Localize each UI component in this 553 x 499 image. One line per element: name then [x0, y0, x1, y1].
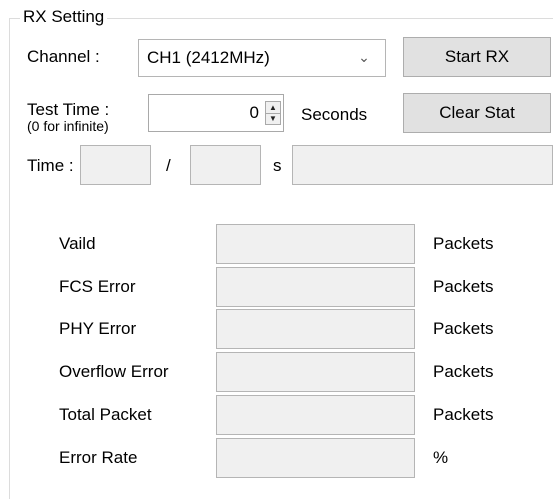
chevron-down-icon[interactable]: ⌄ — [357, 46, 371, 68]
stat-unit-error-rate: % — [433, 448, 449, 467]
stat-label-phy-error: PHY Error — [59, 319, 137, 338]
stat-label-overflow-error: Overflow Error — [59, 362, 169, 381]
stat-field-total-packet — [216, 395, 415, 435]
total-time-field — [190, 145, 261, 185]
stat-unit-fcs-error: Packets — [433, 277, 494, 296]
stat-field-overflow-error — [216, 352, 415, 392]
test-time-unit: Seconds — [301, 105, 368, 124]
stat-unit-total-packet: Packets — [433, 405, 494, 424]
stat-label-total-packet: Total Packet — [59, 405, 152, 424]
stat-label-valid: Vaild — [59, 234, 96, 253]
stat-unit-valid: Packets — [433, 234, 494, 253]
stat-label-fcs-error: FCS Error — [59, 277, 136, 296]
test-time-value[interactable]: 0 — [250, 102, 259, 124]
time-unit: s — [273, 156, 282, 175]
channel-selected-value: CH1 (2412MHz) — [147, 48, 270, 67]
time-separator: / — [166, 156, 171, 175]
group-title: RX Setting — [20, 6, 108, 28]
stat-field-fcs-error — [216, 267, 415, 307]
channel-label: Channel : — [27, 47, 100, 66]
test-time-spinner[interactable]: 0 ▲ ▼ — [148, 94, 284, 132]
stat-label-error-rate: Error Rate — [59, 448, 138, 467]
stat-field-phy-error — [216, 309, 415, 349]
test-time-hint: (0 for infinite) — [27, 118, 109, 134]
spin-down-icon[interactable]: ▼ — [266, 113, 280, 124]
stat-field-valid — [216, 224, 415, 264]
rx-status-field — [292, 145, 553, 185]
time-label: Time : — [27, 156, 74, 175]
channel-select[interactable]: CH1 (2412MHz) ⌄ — [138, 39, 386, 77]
start-rx-button[interactable]: Start RX — [403, 37, 551, 77]
clear-stat-button[interactable]: Clear Stat — [403, 93, 551, 133]
stat-unit-overflow-error: Packets — [433, 362, 494, 381]
elapsed-time-field — [80, 145, 151, 185]
stat-unit-phy-error: Packets — [433, 319, 494, 338]
stat-field-error-rate — [216, 438, 415, 478]
spinner-buttons[interactable]: ▲ ▼ — [265, 101, 281, 125]
